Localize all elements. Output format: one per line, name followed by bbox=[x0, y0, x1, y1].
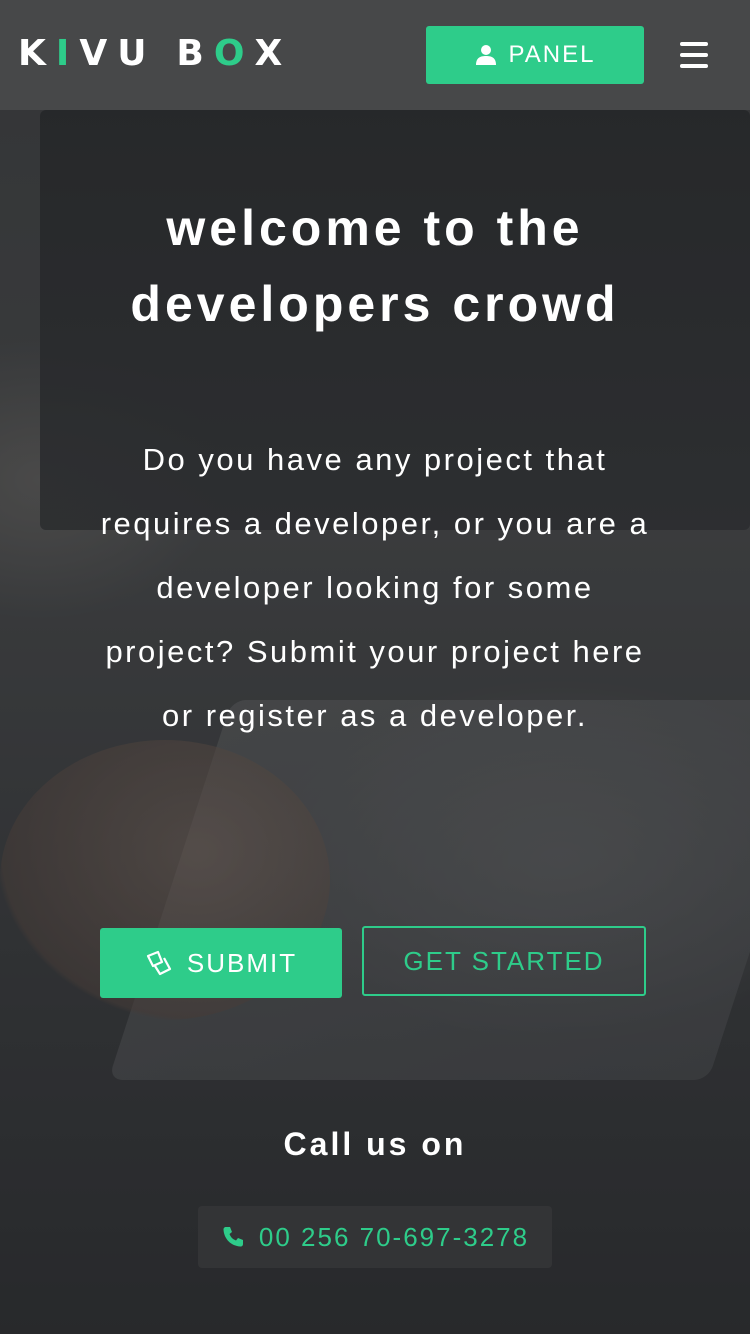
user-icon bbox=[475, 44, 497, 66]
logo-letter: B bbox=[176, 32, 208, 74]
get-started-button[interactable]: GET STARTED bbox=[362, 926, 646, 996]
title-line-2: developers crowd bbox=[130, 276, 620, 332]
panel-button-label: PANEL bbox=[508, 41, 596, 68]
logo-letter: X bbox=[254, 32, 287, 74]
hamburger-menu-icon[interactable] bbox=[676, 40, 712, 70]
phone-icon bbox=[221, 1225, 245, 1249]
title-line-1: welcome to the bbox=[166, 200, 584, 256]
logo-letter: V bbox=[79, 32, 112, 74]
phone-link[interactable]: 00 256 70-697-3278 bbox=[198, 1206, 552, 1268]
submit-button-label: SUBMIT bbox=[186, 947, 298, 978]
brand-logo[interactable]: K I V U B O X bbox=[18, 30, 286, 76]
phone-number: 00 256 70-697-3278 bbox=[258, 1221, 530, 1252]
logo-letter: O bbox=[213, 32, 249, 74]
panel-button[interactable]: PANEL bbox=[426, 26, 644, 84]
logo-letter: I bbox=[55, 32, 74, 74]
navbar: K I V U B O X PANEL bbox=[0, 0, 750, 110]
tag-icon bbox=[145, 949, 173, 977]
call-us-heading: Call us on bbox=[283, 1126, 467, 1162]
page-title: welcome to the developers crowd bbox=[60, 190, 690, 342]
intro-text: Do you have any project that requires a … bbox=[100, 442, 650, 733]
logo-letter: K bbox=[18, 32, 50, 74]
submit-button[interactable]: SUBMIT bbox=[100, 928, 342, 998]
get-started-label: GET STARTED bbox=[403, 945, 605, 976]
logo-letter: U bbox=[117, 32, 151, 74]
